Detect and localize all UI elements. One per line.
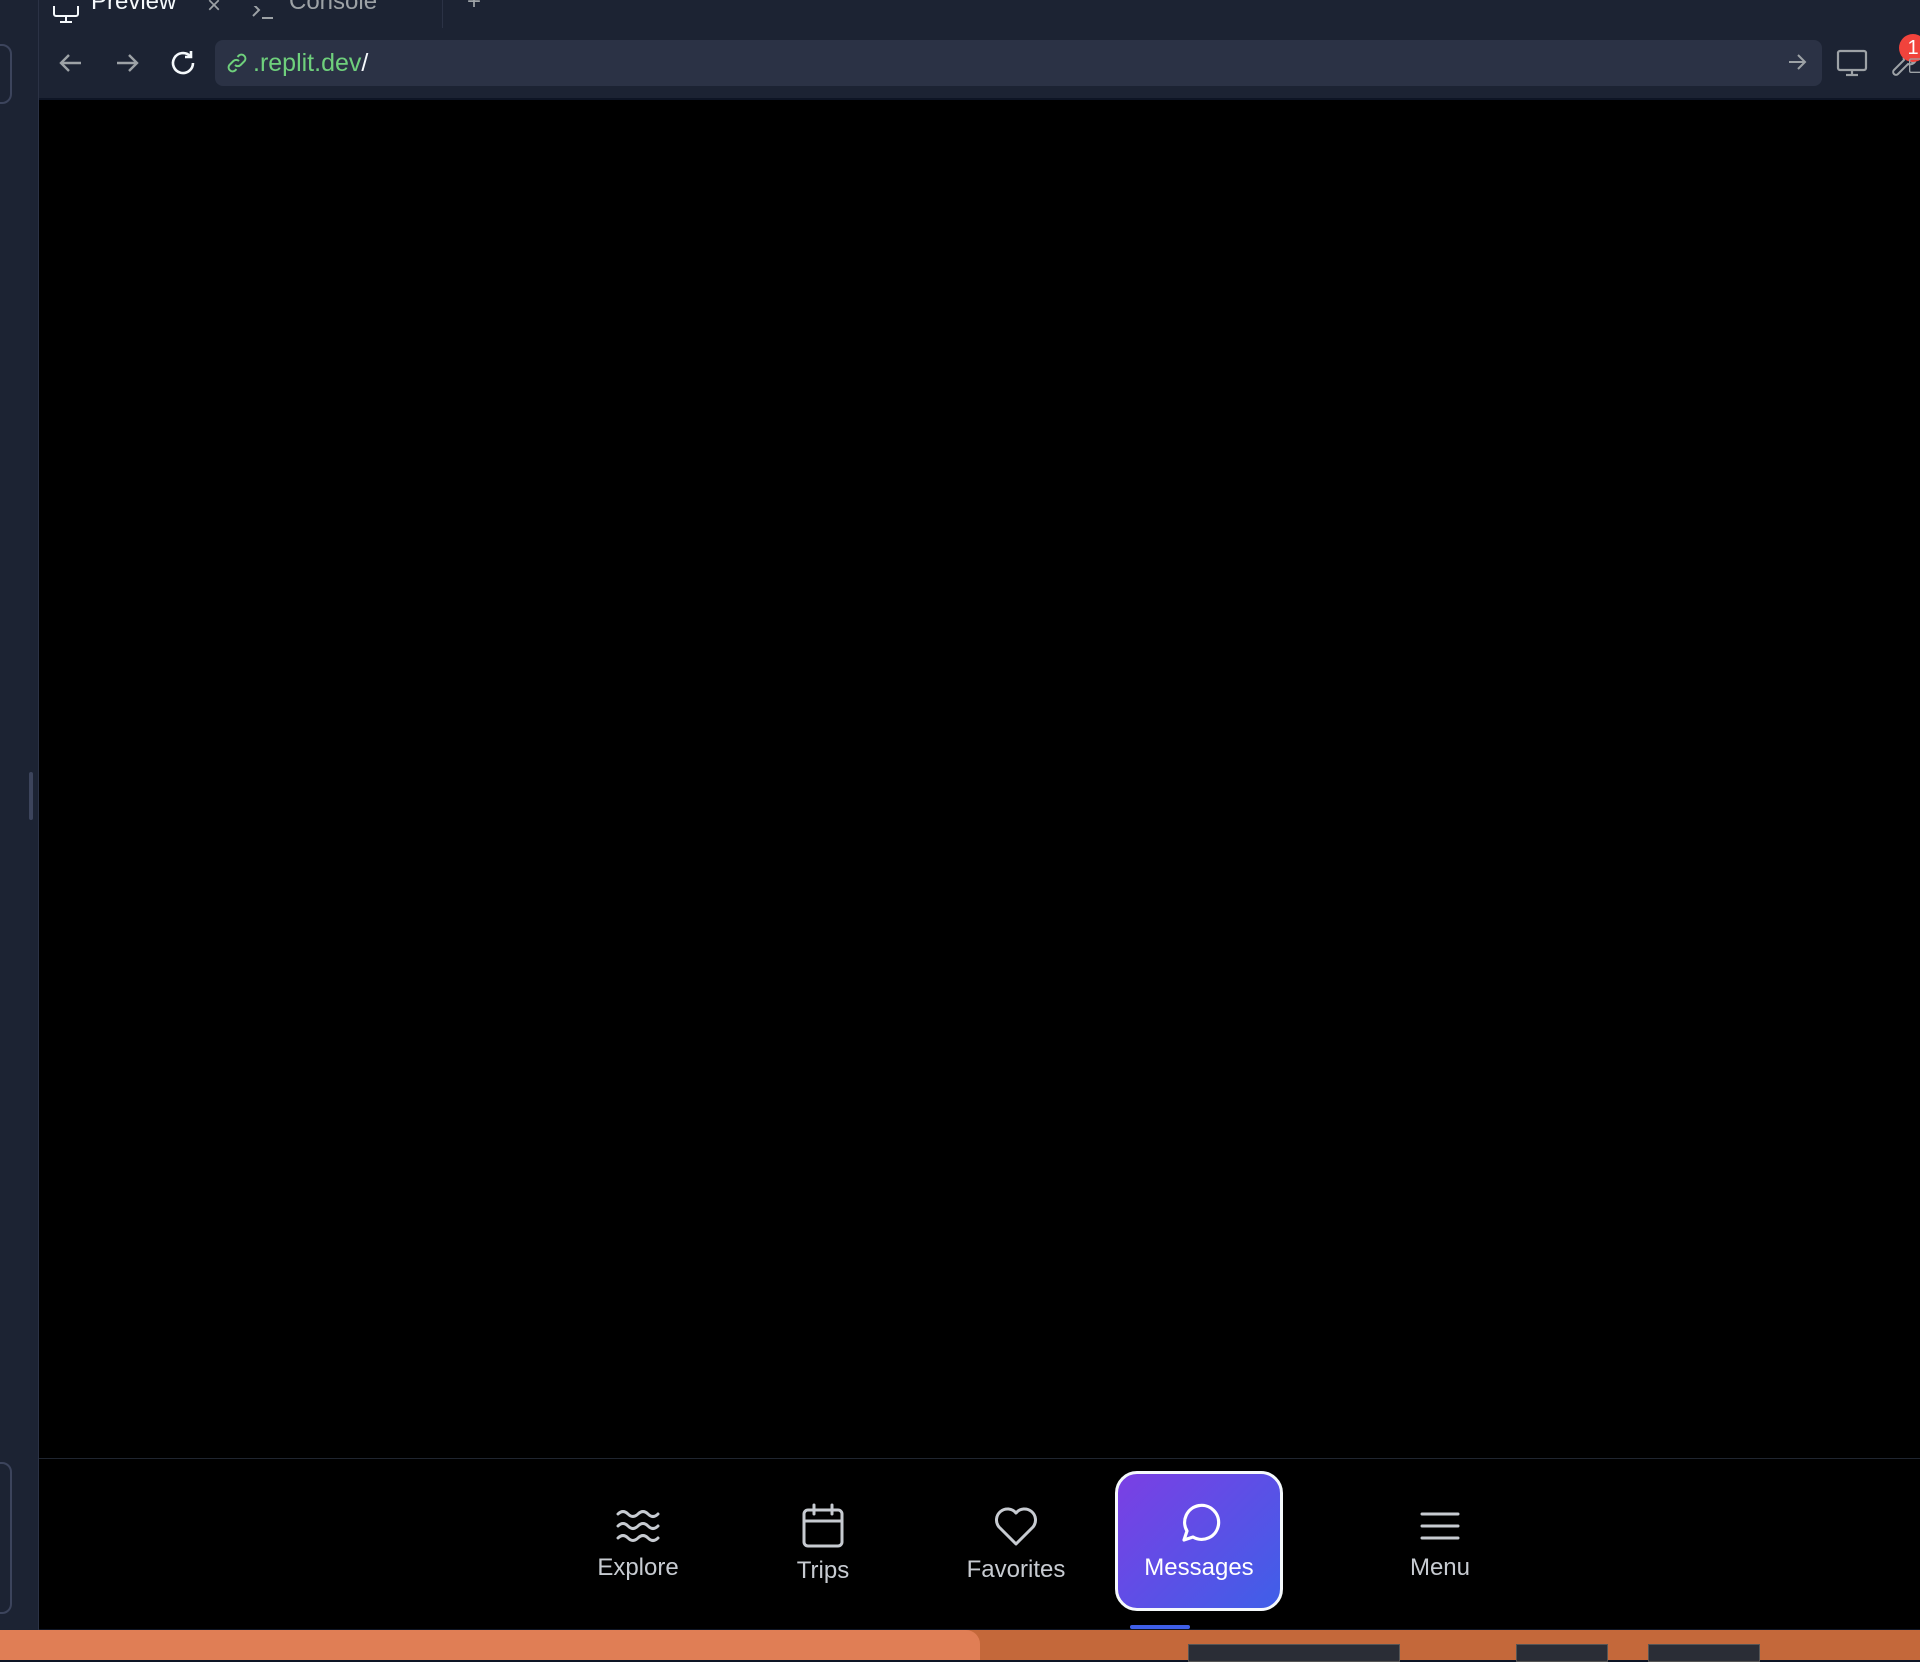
waves-icon xyxy=(616,1510,660,1542)
app-preview-viewport xyxy=(39,100,1920,1458)
preview-pane: Preview × Console + .replit.dev / 1 Expl… xyxy=(38,0,1920,1630)
nav-item-label: Menu xyxy=(1409,1554,1471,1581)
add-tab-icon[interactable]: + xyxy=(467,0,481,16)
window-thumbnail xyxy=(1516,1644,1608,1662)
device-preview-icon[interactable] xyxy=(1835,46,1869,80)
nav-item-explore[interactable]: Explore xyxy=(559,1459,717,1629)
nav-item-label: Trips xyxy=(796,1557,850,1584)
back-arrow-icon[interactable] xyxy=(55,47,87,79)
terminal-icon xyxy=(252,6,273,19)
desktop-background-strip xyxy=(0,1630,1920,1662)
nav-item-menu[interactable]: Menu xyxy=(1361,1459,1519,1629)
ide-left-sidebar xyxy=(0,0,38,1630)
window-edge xyxy=(0,1630,980,1660)
nav-item-label: Messages xyxy=(1144,1554,1254,1581)
url-path: / xyxy=(361,48,369,77)
active-tab-indicator xyxy=(1130,1625,1190,1629)
bottom-navigation-bar: Explore Trips Favorites Messages Menu xyxy=(39,1458,1920,1629)
heart-icon xyxy=(995,1507,1037,1546)
open-new-tab-icon[interactable] xyxy=(1907,48,1920,82)
sidebar-panel-edge xyxy=(0,1462,12,1614)
nav-item-favorites[interactable]: Favorites xyxy=(937,1459,1095,1629)
pane-resize-handle[interactable] xyxy=(29,772,33,820)
pane-tab-bar: Preview × Console + xyxy=(39,0,1920,29)
monitor-icon xyxy=(53,6,79,23)
nav-item-label: Favorites xyxy=(966,1556,1066,1583)
nav-item-trips[interactable]: Trips xyxy=(744,1459,902,1629)
reload-icon[interactable] xyxy=(167,47,199,79)
window-thumbnail xyxy=(1188,1644,1400,1662)
go-arrow-icon[interactable] xyxy=(1786,51,1808,78)
forward-arrow-icon[interactable] xyxy=(111,47,143,79)
nav-item-label: Explore xyxy=(597,1554,679,1581)
url-bar[interactable]: .replit.dev / xyxy=(215,40,1822,86)
close-tab-icon[interactable]: × xyxy=(207,0,221,20)
tab-preview-label: Preview xyxy=(91,0,177,15)
tab-preview[interactable]: Preview xyxy=(53,0,176,28)
tab-console-label: Console xyxy=(289,0,378,15)
nav-item-messages[interactable]: Messages xyxy=(1115,1471,1283,1611)
calendar-icon xyxy=(802,1503,844,1548)
tab-console[interactable]: Console xyxy=(251,0,377,28)
chat-bubble-icon xyxy=(1182,1503,1221,1542)
url-host: .replit.dev xyxy=(253,48,362,77)
tab-divider xyxy=(442,0,443,28)
window-thumbnail xyxy=(1648,1644,1760,1662)
hamburger-menu-icon xyxy=(1420,1512,1460,1540)
link-icon xyxy=(225,50,251,76)
sidebar-panel-edge xyxy=(0,44,12,104)
